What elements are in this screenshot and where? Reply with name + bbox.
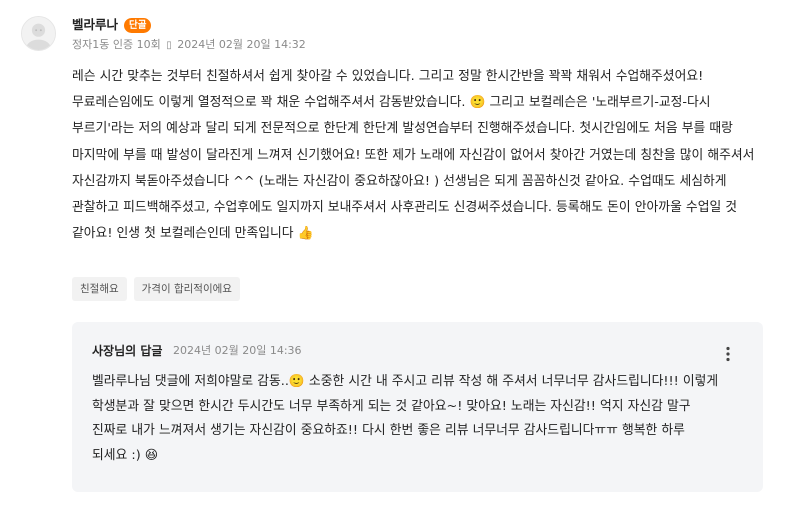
review-text: 레슨 시간 맞추는 것부터 친절하셔서 쉽게 찾아갈 수 있었습니다. 그리고 … — [72, 69, 755, 242]
review-tags: 친절해요 가격이 합리적이에요 — [72, 277, 240, 301]
location-verification: 정자1동 인증 — [72, 38, 134, 51]
tag-kind: 친절해요 — [72, 277, 127, 301]
review-date: 2024년 02월 20일 14:32 — [177, 38, 306, 51]
separator-icon: ▯ — [166, 40, 172, 51]
more-vertical-icon — [726, 346, 730, 362]
more-options-button[interactable] — [718, 342, 738, 366]
review-card: 벨라루나 단골 정자1동 인증 10회 ▯ 2024년 02월 20일 14:3… — [0, 0, 791, 507]
reply-text: 벨라루나님 댓글에 저희야말로 감동..🙂 소중한 시간 내 주시고 리뷰 작성… — [92, 374, 719, 463]
review-meta: 정자1동 인증 10회 ▯ 2024년 02월 20일 14:32 — [72, 38, 306, 53]
reviewer-name[interactable]: 벨라루나 — [72, 16, 118, 34]
visit-count: 10회 — [136, 38, 161, 51]
tag-reasonable-price: 가격이 합리적이에요 — [133, 277, 240, 301]
reply-date: 2024년 02월 20일 14:36 — [173, 344, 302, 357]
avatar[interactable] — [21, 16, 56, 51]
owner-reply-box: 사장님의 답글 2024년 02월 20일 14:36 벨라루나님 댓글에 저희… — [72, 322, 763, 492]
regular-customer-badge: 단골 — [124, 18, 152, 33]
default-profile-icon — [22, 17, 55, 50]
reply-author: 사장님의 답글 — [92, 344, 163, 358]
